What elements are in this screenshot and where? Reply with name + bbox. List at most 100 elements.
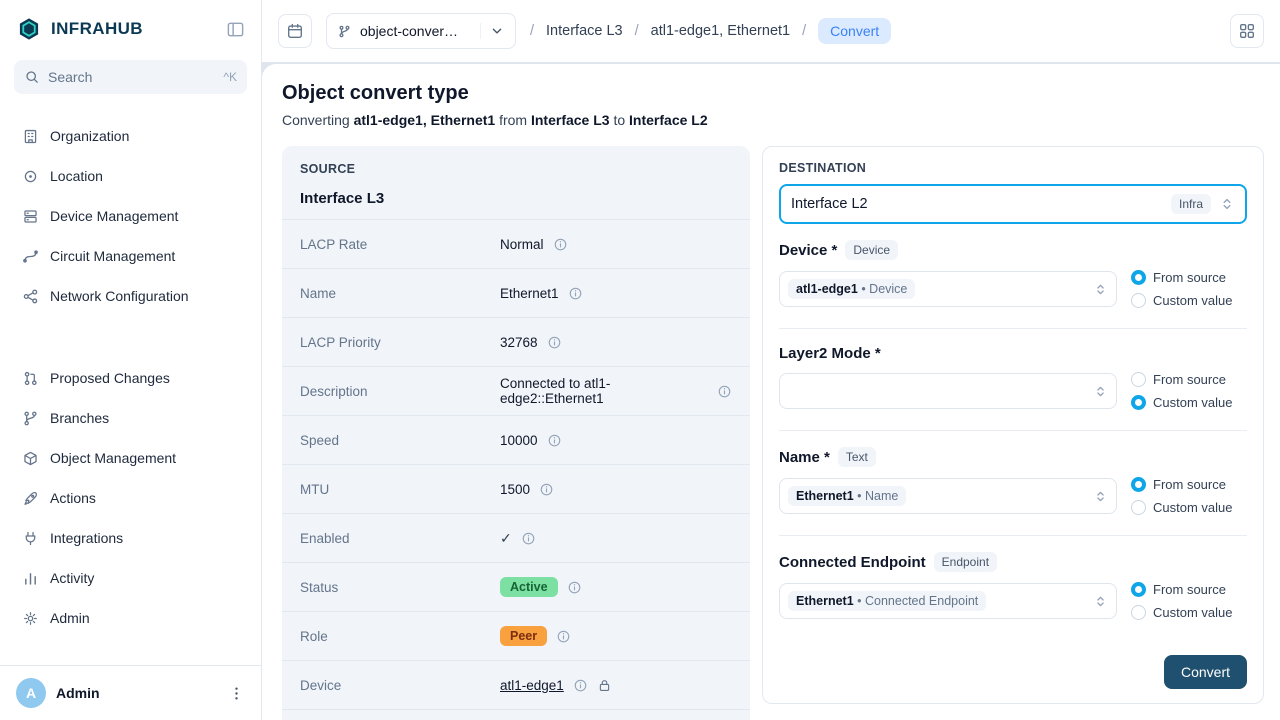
row-value: Ethernet1 bbox=[500, 286, 559, 301]
destination-type-select[interactable]: Interface L2 Infra bbox=[779, 184, 1247, 224]
field-kind-badge: Text bbox=[838, 447, 876, 467]
main-column: object-conver… / Interface L3 / atl1-edg… bbox=[262, 0, 1280, 720]
cube-icon bbox=[22, 450, 39, 467]
sidebar-item-integrations[interactable]: Integrations bbox=[12, 518, 249, 558]
sidebar-item-label: Admin bbox=[50, 610, 90, 626]
sidebar-item-organization[interactable]: Organization bbox=[12, 116, 249, 156]
sidebar-item-proposed-changes[interactable]: Proposed Changes bbox=[12, 358, 249, 398]
sidebar-item-admin[interactable]: Admin bbox=[12, 598, 249, 638]
chevron-down-icon bbox=[480, 23, 505, 39]
subtitle-to-word: to bbox=[613, 112, 625, 128]
search-input[interactable] bbox=[48, 69, 215, 85]
search-box[interactable]: ^K bbox=[14, 60, 247, 94]
info-icon[interactable] bbox=[556, 629, 571, 644]
plug-icon bbox=[22, 530, 39, 547]
convert-button[interactable]: Convert bbox=[1164, 655, 1247, 689]
page-subtitle: Converting atl1-edge1, Ethernet1 from In… bbox=[282, 112, 1264, 128]
row-value: 10000 bbox=[500, 433, 538, 448]
info-icon[interactable] bbox=[717, 384, 732, 399]
namespace-badge: Infra bbox=[1171, 194, 1211, 214]
infrahub-logo-icon bbox=[16, 16, 42, 42]
sidebar-item-object-management[interactable]: Object Management bbox=[12, 438, 249, 478]
connected-endpoint-select[interactable]: Ethernet1 • Connected Endpoint bbox=[779, 583, 1117, 619]
search-icon bbox=[24, 69, 40, 85]
row-value: 32768 bbox=[500, 335, 538, 350]
radio-label: Custom value bbox=[1153, 293, 1232, 308]
schedule-button[interactable] bbox=[278, 14, 312, 48]
field-group-layer2-mode: Layer2 Mode * From source bbox=[779, 329, 1247, 431]
pull-request-icon bbox=[22, 370, 39, 387]
info-icon[interactable] bbox=[568, 286, 583, 301]
radio-custom-value[interactable]: Custom value bbox=[1131, 395, 1247, 410]
name-select[interactable]: Ethernet1 • Name bbox=[779, 478, 1117, 514]
sidebar-item-network-configuration[interactable]: Network Configuration bbox=[12, 276, 249, 316]
collapse-sidebar-icon[interactable] bbox=[226, 20, 245, 39]
radio-dot bbox=[1131, 372, 1146, 387]
apps-grid-icon bbox=[1238, 22, 1256, 40]
sidebar-item-device-management[interactable]: Device Management bbox=[12, 196, 249, 236]
source-panel: SOURCE Interface L3 LACP Rate Normal Nam… bbox=[282, 146, 750, 720]
radio-from-source[interactable]: From source bbox=[1131, 270, 1247, 285]
sidebar-item-circuit-management[interactable]: Circuit Management bbox=[12, 236, 249, 276]
radio-custom-value[interactable]: Custom value bbox=[1131, 293, 1247, 308]
git-branch-icon bbox=[22, 410, 39, 427]
device-select[interactable]: atl1-edge1 • Device bbox=[779, 271, 1117, 307]
info-icon[interactable] bbox=[521, 531, 536, 546]
destination-type-value: Interface L2 bbox=[791, 196, 1163, 212]
breadcrumb-item-interface-l3[interactable]: Interface L3 bbox=[546, 23, 623, 39]
breadcrumb: / Interface L3 / atl1-edge1, Ethernet1 /… bbox=[530, 18, 891, 44]
source-row-lacp-priority: LACP Priority 32768 bbox=[282, 318, 750, 367]
logo-row: INFRAHUB bbox=[0, 0, 261, 54]
device-link[interactable]: atl1-edge1 bbox=[500, 678, 564, 693]
info-icon[interactable] bbox=[547, 433, 562, 448]
field-kind-badge: Endpoint bbox=[934, 552, 997, 572]
sidebar-item-label: Network Configuration bbox=[50, 288, 189, 304]
sidebar: INFRAHUB ^K Organization bbox=[0, 0, 262, 720]
radio-dot bbox=[1131, 395, 1146, 410]
value-source-radio-group: From source Custom value bbox=[1131, 582, 1247, 620]
radio-dot bbox=[1131, 605, 1146, 620]
info-icon[interactable] bbox=[573, 678, 588, 693]
destination-panel: DESTINATION Interface L2 Infra Device * … bbox=[762, 146, 1264, 704]
row-label: LACP Priority bbox=[300, 335, 500, 350]
radio-from-source[interactable]: From source bbox=[1131, 477, 1247, 492]
layer2-mode-select[interactable] bbox=[779, 373, 1117, 409]
sidebar-item-label: Object Management bbox=[50, 450, 176, 466]
breadcrumb-item-object[interactable]: atl1-edge1, Ethernet1 bbox=[651, 23, 790, 39]
selected-value-chip: atl1-edge1 • Device bbox=[788, 279, 915, 299]
info-icon[interactable] bbox=[547, 335, 562, 350]
row-label: Description bbox=[300, 384, 500, 399]
info-icon[interactable] bbox=[553, 237, 568, 252]
radio-from-source[interactable]: From source bbox=[1131, 582, 1247, 597]
radio-custom-value[interactable]: Custom value bbox=[1131, 605, 1247, 620]
row-label: MTU bbox=[300, 482, 500, 497]
source-row-enabled: Enabled ✓ bbox=[282, 514, 750, 563]
subtitle-to-type: Interface L2 bbox=[629, 112, 708, 128]
sidebar-item-label: Branches bbox=[50, 410, 109, 426]
sidebar-item-actions[interactable]: Actions bbox=[12, 478, 249, 518]
role-badge: Peer bbox=[500, 626, 547, 646]
sidebar-item-label: Integrations bbox=[50, 530, 123, 546]
bar-chart-icon bbox=[22, 570, 39, 587]
apps-button[interactable] bbox=[1230, 14, 1264, 48]
sidebar-item-branches[interactable]: Branches bbox=[12, 398, 249, 438]
sidebar-item-label: Location bbox=[50, 168, 103, 184]
info-icon[interactable] bbox=[567, 580, 582, 595]
info-icon[interactable] bbox=[539, 482, 554, 497]
user-name: Admin bbox=[56, 685, 100, 701]
sidebar-item-label: Organization bbox=[50, 128, 129, 144]
row-label: Name bbox=[300, 286, 500, 301]
status-badge: Active bbox=[500, 577, 558, 597]
subtitle-from-type: Interface L3 bbox=[531, 112, 610, 128]
radio-from-source[interactable]: From source bbox=[1131, 372, 1247, 387]
sidebar-item-activity[interactable]: Activity bbox=[12, 558, 249, 598]
radio-custom-value[interactable]: Custom value bbox=[1131, 500, 1247, 515]
breadcrumb-separator: / bbox=[802, 23, 806, 39]
source-header: SOURCE Interface L3 bbox=[282, 146, 750, 220]
kebab-menu-icon[interactable] bbox=[228, 685, 245, 702]
sidebar-item-location[interactable]: Location bbox=[12, 156, 249, 196]
field-group-connected-endpoint: Connected Endpoint Endpoint Ethernet1 • … bbox=[779, 536, 1247, 640]
select-stepper-icon bbox=[1219, 196, 1235, 212]
source-heading: SOURCE bbox=[300, 162, 732, 176]
branch-selector[interactable]: object-conver… bbox=[326, 13, 516, 49]
